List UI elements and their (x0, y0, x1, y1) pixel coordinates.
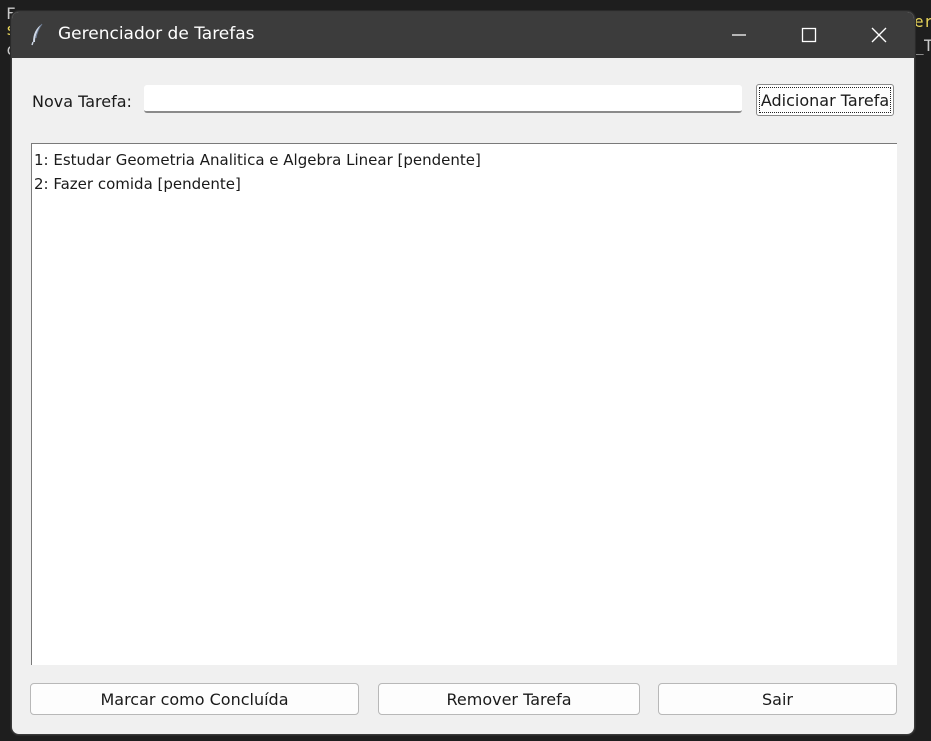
feather-icon (31, 23, 43, 46)
add-task-button-label: Adicionar Tarefa (760, 90, 890, 110)
close-button[interactable] (844, 12, 914, 58)
add-task-button[interactable]: Adicionar Tarefa (756, 84, 894, 116)
remove-task-button[interactable]: Remover Tarefa (378, 683, 640, 715)
new-task-input[interactable] (144, 85, 742, 113)
exit-button[interactable]: Sair (658, 683, 897, 715)
minimize-button[interactable] (704, 12, 774, 58)
new-task-label: Nova Tarefa: (32, 92, 132, 111)
title-bar[interactable]: Gerenciador de Tarefas (12, 12, 914, 58)
mark-done-button[interactable]: Marcar como Concluída (30, 683, 359, 715)
background-editor-fragment: _T (914, 36, 931, 55)
task-list[interactable]: 1: Estudar Geometria Analitica e Algebra… (31, 143, 897, 665)
background-editor-fragment: er (914, 12, 931, 31)
close-icon (871, 27, 887, 43)
list-item[interactable]: 1: Estudar Geometria Analitica e Algebra… (32, 148, 897, 172)
window-title: Gerenciador de Tarefas (58, 24, 255, 44)
maximize-icon (801, 27, 817, 43)
maximize-button[interactable] (774, 12, 844, 58)
list-item[interactable]: 2: Fazer comida [pendente] (32, 172, 897, 196)
app-window: Gerenciador de Tarefas Nova Tarefa: Adic… (11, 11, 915, 735)
minimize-icon (732, 34, 746, 36)
